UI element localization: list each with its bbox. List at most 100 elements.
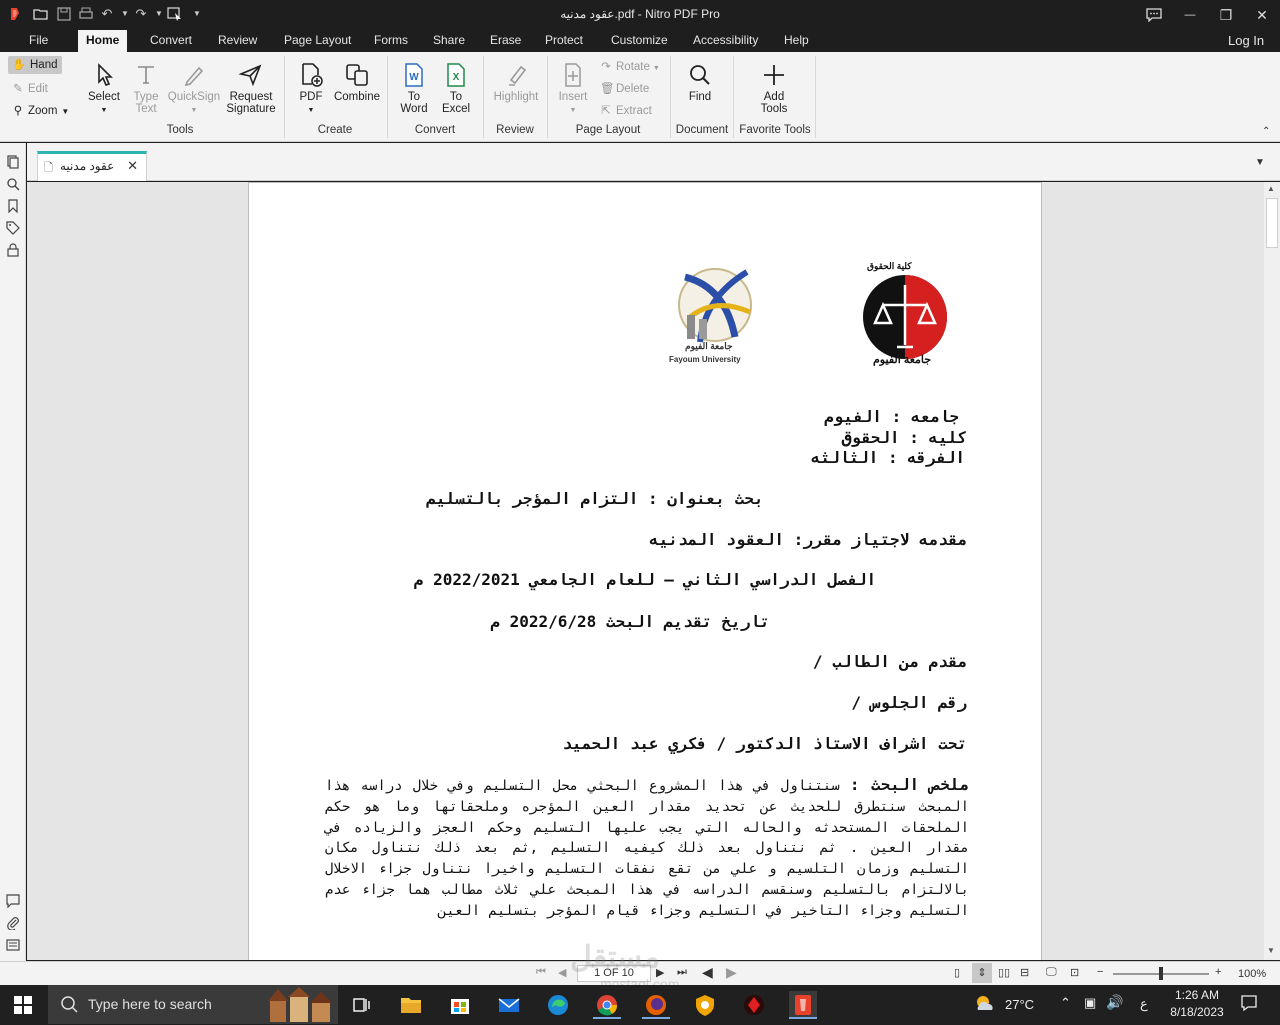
highlight-button[interactable]: Highlight xyxy=(489,62,543,103)
weather-icon[interactable] xyxy=(974,993,996,1018)
taskbar-search[interactable]: Type here to search xyxy=(48,985,338,1024)
group-label-favorite-tools: Favorite Tools xyxy=(739,124,811,136)
continuous-view-icon[interactable]: ⇕ xyxy=(972,963,992,983)
svg-text:X: X xyxy=(453,72,460,83)
combine-button[interactable]: Combine xyxy=(332,62,382,103)
edge-browser-icon[interactable] xyxy=(544,991,572,1019)
menu-file[interactable]: File xyxy=(27,33,50,47)
zoom-out-icon[interactable]: − xyxy=(1097,966,1103,978)
request-signature-button[interactable]: Request Signature xyxy=(224,62,278,115)
to-word-button[interactable]: W To Word xyxy=(397,62,431,115)
mail-icon[interactable] xyxy=(495,991,523,1019)
nitro-pdf-taskbar-icon[interactable] xyxy=(789,991,817,1019)
menu-convert[interactable]: Convert xyxy=(148,33,194,47)
scroll-up-arrow-icon[interactable]: ▲ xyxy=(1267,184,1275,193)
document-viewer[interactable]: جامعة الفيوم Fayoum University كلية الحق… xyxy=(27,182,1264,960)
previous-page-icon[interactable]: ◀ xyxy=(558,966,566,979)
close-tab-icon[interactable]: ✕ xyxy=(127,158,138,174)
windows-start-icon[interactable] xyxy=(14,996,32,1014)
menu-erase[interactable]: Erase xyxy=(488,33,523,47)
network-icon[interactable]: ▣ xyxy=(1084,995,1096,1011)
bookmark-icon[interactable] xyxy=(5,199,21,215)
close-button[interactable]: ✕ xyxy=(1244,0,1280,30)
scroll-thumb[interactable] xyxy=(1266,198,1278,248)
lock-icon[interactable] xyxy=(5,243,21,259)
ribbon-separator xyxy=(387,56,388,138)
add-tools-button[interactable]: Add Tools xyxy=(752,62,796,115)
forward-view-icon[interactable]: ▶ xyxy=(726,964,737,981)
login-button[interactable]: Log In xyxy=(1226,33,1266,48)
insert-page-icon xyxy=(565,63,581,87)
clock-time[interactable]: 1:26 AM xyxy=(1173,988,1221,1002)
pdf-create-button[interactable]: PDF ▼ xyxy=(294,62,328,115)
zoom-in-icon[interactable]: + xyxy=(1215,966,1221,978)
facing-continuous-view-icon[interactable]: ⊟ xyxy=(1020,966,1029,979)
windows-taskbar: Type here to search 27°C ⌃ ▣ 🔊 ع 1:26 AM… xyxy=(0,985,1280,1024)
collapse-ribbon-icon[interactable]: ⌃ xyxy=(1262,126,1270,137)
to-excel-button[interactable]: X To Excel xyxy=(439,62,473,115)
zoom-slider[interactable] xyxy=(1113,967,1209,980)
single-page-view-icon[interactable]: ▯ xyxy=(954,966,960,979)
show-hidden-icons-icon[interactable]: ⌃ xyxy=(1060,995,1071,1011)
back-view-icon[interactable]: ◀ xyxy=(702,964,713,981)
extract-button[interactable]: ⇱ Extract xyxy=(600,103,652,117)
select-button[interactable]: Select ▼ xyxy=(86,62,122,115)
group-label-review: Review xyxy=(496,124,534,136)
input-language[interactable]: ع xyxy=(1140,996,1148,1012)
tab-list-dropdown-icon[interactable]: ▼ xyxy=(1255,157,1265,168)
find-button[interactable]: Find xyxy=(682,62,718,103)
seat-number-line: رقم الجلوس / xyxy=(851,693,967,712)
menu-customize[interactable]: Customize xyxy=(609,33,670,47)
tag-icon[interactable] xyxy=(5,221,21,237)
zoom-slider-thumb[interactable] xyxy=(1159,967,1163,980)
attachment-icon[interactable] xyxy=(5,916,21,932)
game-app-icon[interactable] xyxy=(740,991,768,1019)
group-label-document: Document xyxy=(675,124,729,136)
task-view-icon[interactable] xyxy=(347,991,375,1019)
pages-panel-icon[interactable] xyxy=(5,155,21,171)
vpn-shield-icon[interactable] xyxy=(691,991,719,1019)
zoom-level[interactable]: 100% xyxy=(1238,968,1266,980)
menu-share[interactable]: Share xyxy=(431,33,467,47)
fullscreen-icon[interactable]: 🖵 xyxy=(1046,966,1057,979)
clock-date[interactable]: 8/18/2023 xyxy=(1166,1005,1228,1019)
research-title: بحث بعنوان : التزام المؤجر بالتسليم xyxy=(426,489,764,508)
hand-tool-button[interactable]: ✋ Hand xyxy=(8,56,62,74)
output-panel-icon[interactable] xyxy=(5,938,21,954)
type-text-button[interactable]: Type Text xyxy=(128,62,164,115)
vertical-scrollbar[interactable]: ▲ ▼ xyxy=(1264,182,1280,960)
menu-home[interactable]: Home xyxy=(78,30,128,52)
presentation-icon[interactable]: ⊡ xyxy=(1070,966,1079,979)
insert-button[interactable]: Insert ▼ xyxy=(555,62,591,115)
delete-button[interactable]: 🗑Delete xyxy=(600,81,649,95)
menu-protect[interactable]: Protect xyxy=(543,33,585,47)
edit-button[interactable]: ✎ Edit xyxy=(12,81,48,95)
search-panel-icon[interactable] xyxy=(5,177,21,193)
firefox-browser-icon[interactable] xyxy=(642,991,670,1019)
menu-review[interactable]: Review xyxy=(216,33,259,47)
comments-icon[interactable] xyxy=(5,894,21,910)
notifications-icon[interactable] xyxy=(1240,994,1258,1015)
volume-icon[interactable]: 🔊 xyxy=(1106,994,1123,1011)
scroll-down-arrow-icon[interactable]: ▼ xyxy=(1267,946,1275,955)
file-explorer-icon[interactable] xyxy=(397,991,425,1019)
menu-forms[interactable]: Forms xyxy=(372,33,410,47)
chrome-browser-icon[interactable] xyxy=(593,991,621,1019)
zoom-button[interactable]: ⚲ Zoom ▼ xyxy=(12,103,70,117)
rotate-button[interactable]: ↷ Rotate ▼ xyxy=(600,59,660,73)
first-page-icon[interactable]: ⏮ xyxy=(536,966,546,979)
microsoft-store-icon[interactable] xyxy=(446,991,474,1019)
restore-button[interactable]: ❐ xyxy=(1208,0,1244,30)
menu-page-layout[interactable]: Page Layout xyxy=(282,33,353,47)
facing-view-icon[interactable]: ▯▯ xyxy=(998,966,1010,979)
minimize-button[interactable]: — xyxy=(1172,0,1208,30)
weather-temperature[interactable]: 27°C xyxy=(1005,997,1034,1012)
abstract-text: سنتناول في هذا المشروع البحثي محل التسلي… xyxy=(325,778,969,919)
document-tab[interactable]: 🗋 عقود مدنيه ✕ xyxy=(37,151,147,181)
quicksign-button[interactable]: QuickSign ▼ xyxy=(166,62,222,115)
chat-icon[interactable] xyxy=(1136,0,1172,30)
menu-accessibility[interactable]: Accessibility xyxy=(691,33,760,47)
ribbon-separator xyxy=(284,56,285,138)
status-bar: ⏮ ◀ 1 OF 10 ▶ ⏭ ◀ ▶ مستقل mostaql.com ▯ … xyxy=(0,941,1280,992)
menu-help[interactable]: Help xyxy=(782,33,811,47)
